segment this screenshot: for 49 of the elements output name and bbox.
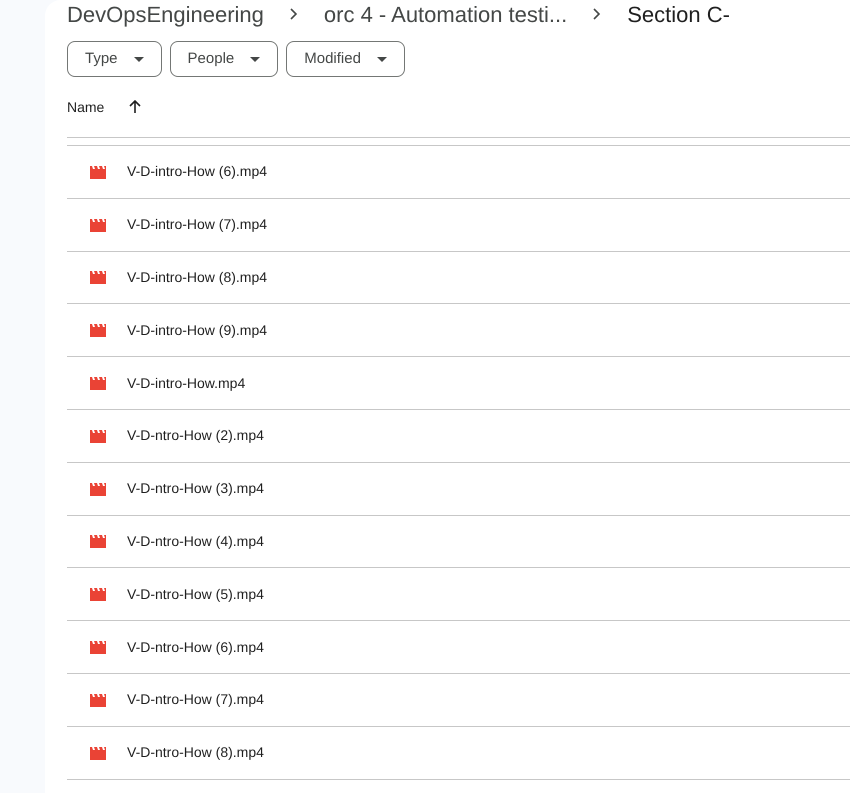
file-row[interactable]: V-D-ntro-How (6).mp4 <box>67 621 850 674</box>
file-name: V-D-ntro-How (2).mp4 <box>127 426 264 446</box>
caret-icon <box>250 56 260 62</box>
file-row[interactable]: V-D-intro-How (7).mp4 <box>67 198 850 252</box>
breadcrumb-item[interactable]: Section C- <box>627 0 730 30</box>
file-name: V-D-ntro-How (7).mp4 <box>127 690 264 710</box>
file-row[interactable]: V-D-intro-How (9).mp4 <box>67 304 850 358</box>
file-row[interactable]: V-D-ntro-How (8).mp4 <box>67 726 850 780</box>
file-name: V-D-intro-How (9).mp4 <box>127 320 268 340</box>
file-name: V-D-intro-How (6).mp4 <box>127 162 268 182</box>
video-file-icon <box>89 533 107 550</box>
file-name: V-D-ntro-How (5).mp4 <box>127 584 264 604</box>
filter-chip[interactable]: People <box>170 41 278 77</box>
file-row[interactable]: V-D-intro-How (8).mp4 <box>67 252 850 304</box>
chevron-right-icon <box>593 8 602 20</box>
video-file-icon <box>89 322 107 338</box>
breadcrumb-item[interactable]: DevOpsEngineering <box>67 0 264 30</box>
file-name: V-D-intro-How.mp4 <box>127 374 246 393</box>
file-name: V-D-intro-How (8).mp4 <box>127 268 268 287</box>
column-header[interactable]: Name <box>67 96 104 118</box>
caret-icon <box>134 56 144 62</box>
file-row[interactable]: V-D-ntro-How (5).mp4 <box>67 568 850 622</box>
video-file-icon <box>89 269 107 286</box>
file-name: V-D-ntro-How (6).mp4 <box>127 638 264 657</box>
chevron-right-icon <box>290 8 298 20</box>
video-file-icon <box>89 216 107 233</box>
video-file-icon <box>89 164 107 180</box>
video-file-icon <box>89 586 107 602</box>
caret-icon <box>376 56 387 62</box>
file-name: V-D-ntro-How (3).mp4 <box>127 479 264 498</box>
file-row[interactable]: V-D-intro-How (6).mp4 <box>67 146 850 199</box>
video-file-icon <box>89 639 107 656</box>
video-file-icon <box>89 480 107 497</box>
file-name: V-D-ntro-How (4).mp4 <box>127 532 264 551</box>
video-file-icon <box>89 692 107 708</box>
file-name: V-D-ntro-How (8).mp4 <box>127 743 264 762</box>
file-row[interactable]: V-D-ntro-How (2).mp4 <box>67 410 850 463</box>
file-row[interactable]: V-D-ntro-How (3).mp4 <box>67 462 850 516</box>
file-row[interactable]: V-D-ntro-How (4).mp4 <box>67 516 850 568</box>
video-file-icon <box>89 375 107 392</box>
file-row[interactable]: V-D-ntro-How (7).mp4 <box>67 674 850 727</box>
video-file-icon <box>89 744 107 761</box>
arrow-up-icon[interactable] <box>128 100 142 114</box>
filter-chip[interactable]: Type <box>67 41 162 77</box>
video-file-icon <box>89 428 107 444</box>
file-name: V-D-intro-How (7).mp4 <box>127 215 268 234</box>
file-row[interactable]: V-D-intro-How.mp4 <box>67 357 850 410</box>
breadcrumb-item[interactable]: orc 4 - Automation testi... <box>324 0 568 30</box>
filter-chip[interactable]: Modified <box>286 41 405 77</box>
